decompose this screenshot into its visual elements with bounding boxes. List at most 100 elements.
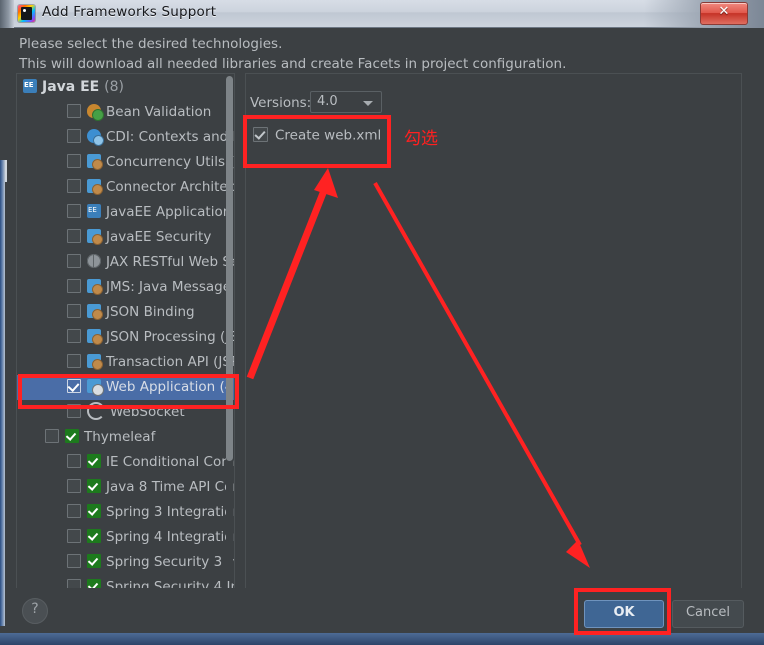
list-item-label: Java 8 Time API Compatib xyxy=(106,479,234,495)
green-check-icon xyxy=(87,554,101,568)
checkbox-icon[interactable] xyxy=(67,379,81,393)
list-item-label: JAX RESTful Web Services xyxy=(106,254,234,270)
checkbox-icon[interactable] xyxy=(67,229,81,243)
cdi-icon xyxy=(87,129,104,146)
list-item-label: Transaction API (JSR 907) xyxy=(106,354,234,370)
jar-blue-icon xyxy=(87,229,103,245)
list-item[interactable]: Concurrency Utils (JSR 236 xyxy=(17,150,234,175)
cancel-button-label: Cancel xyxy=(685,605,731,620)
create-webxml-checkbox[interactable]: Create web.xml xyxy=(253,125,381,144)
technologies-list[interactable]: Java EE (8) Bean Validation CDI: Contexts … xyxy=(16,73,235,593)
list-item-label: CDI: Contexts and Dependenc xyxy=(106,129,234,145)
versions-select[interactable]: 4.0 xyxy=(310,91,382,113)
checkbox-icon[interactable] xyxy=(67,454,81,468)
list-item-label: JMS: Java Message Servic xyxy=(106,279,234,295)
instruction-line-1: Please select the desired technologies. xyxy=(19,36,283,52)
list-item[interactable]: Thymeleaf xyxy=(17,425,234,450)
list-group-count: (8) xyxy=(104,79,124,95)
checkbox-icon[interactable] xyxy=(67,354,81,368)
jar-blue-icon xyxy=(87,329,103,345)
jar-blue-icon xyxy=(87,279,103,295)
green-check-icon xyxy=(87,454,101,468)
list-item[interactable]: Bean Validation xyxy=(17,100,234,125)
list-item[interactable]: JAX RESTful Web Services xyxy=(17,250,234,275)
list-item[interactable]: JavaEE Security xyxy=(17,225,234,250)
checkbox-icon[interactable] xyxy=(67,129,81,143)
list-item-label: Concurrency Utils (JSR 236 xyxy=(106,154,234,170)
checkbox-icon[interactable] xyxy=(67,329,81,343)
list-item[interactable]: Spring 4 Integration xyxy=(17,525,234,550)
list-item[interactable]: Transaction API (JSR 907) xyxy=(17,350,234,375)
jar-blue-icon xyxy=(87,304,103,320)
checkbox-icon[interactable] xyxy=(67,179,81,193)
list-item[interactable]: Connector Architecture (JS xyxy=(17,175,234,200)
list-item-label: Web Application (4.0) xyxy=(106,379,234,395)
details-panel xyxy=(245,73,742,593)
window-edge-strip xyxy=(0,160,5,626)
versions-value: 4.0 xyxy=(317,94,338,109)
socket-icon xyxy=(87,402,105,420)
list-item[interactable]: WebSocket xyxy=(17,400,234,425)
checkbox-icon[interactable] xyxy=(67,529,81,543)
green-check-icon xyxy=(87,479,101,493)
list-item-label: WebSocket xyxy=(110,404,185,420)
ok-button-label: OK xyxy=(613,605,635,620)
list-item-label: JSON Processing (JSR 353 xyxy=(106,329,234,345)
javaee-group-icon xyxy=(23,79,37,93)
window-title: Add Frameworks Support xyxy=(42,4,217,20)
list-item[interactable]: JMS: Java Message Servic xyxy=(17,275,234,300)
list-item[interactable]: JSON Processing (JSR 353 xyxy=(17,325,234,350)
title-bar-left-shade xyxy=(0,0,14,28)
list-item-label: Spring 3 Integration xyxy=(106,504,235,520)
list-item-label: Spring 4 Integration xyxy=(106,529,235,545)
list-scrollbar-thumb[interactable] xyxy=(226,76,233,461)
list-item[interactable]: JavaEE Application xyxy=(17,200,234,225)
bean-icon xyxy=(87,104,104,121)
taskbar-strip xyxy=(0,633,764,645)
list-item-label: Bean Validation xyxy=(106,104,212,120)
instruction-line-2: This will download all needed libraries … xyxy=(19,56,567,72)
checkbox-icon[interactable] xyxy=(67,554,81,568)
list-item[interactable]: Web Application (4.0) xyxy=(17,375,234,400)
help-button[interactable]: ? xyxy=(22,598,48,624)
checkbox-icon[interactable] xyxy=(67,304,81,318)
checkbox-icon[interactable] xyxy=(67,204,81,218)
globe-icon xyxy=(87,254,101,268)
green-check-icon xyxy=(87,529,101,543)
list-item[interactable]: IE Conditional Comments xyxy=(17,450,234,475)
checkbox-icon[interactable] xyxy=(45,429,59,443)
list-item-label: Connector Architecture (JS xyxy=(106,179,234,195)
checkbox-icon[interactable] xyxy=(67,479,81,493)
jar-blue-icon xyxy=(87,354,103,370)
list-item[interactable]: Java 8 Time API Compatib xyxy=(17,475,234,500)
checkbox-icon[interactable] xyxy=(67,154,81,168)
list-item-label: IE Conditional Comments xyxy=(106,454,234,470)
list-item[interactable]: Spring 3 Integration xyxy=(17,500,234,525)
list-item[interactable]: JSON Binding xyxy=(17,300,234,325)
checkbox-icon[interactable] xyxy=(67,104,81,118)
javaee-icon xyxy=(87,204,101,218)
chevron-down-icon xyxy=(363,101,373,106)
annotation-note: 勾选 xyxy=(404,129,438,149)
checkbox-icon[interactable] xyxy=(67,254,81,268)
list-item-label: JavaEE Application xyxy=(106,204,232,220)
checkbox-icon[interactable] xyxy=(67,404,81,418)
ok-button[interactable]: OK xyxy=(584,600,664,628)
question-mark-icon: ? xyxy=(31,601,39,617)
list-group-header[interactable]: Java EE (8) xyxy=(17,74,234,100)
dialog-window: Add Frameworks Support ✕ Please select t… xyxy=(0,0,764,645)
list-item[interactable]: CDI: Contexts and Dependenc xyxy=(17,125,234,150)
list-group-label: Java EE xyxy=(42,79,100,95)
list-item-label: JavaEE Security xyxy=(106,229,212,245)
checkbox-icon[interactable] xyxy=(67,504,81,518)
checkbox-icon[interactable] xyxy=(67,279,81,293)
list-item[interactable]: Spring Security 3 Integrati xyxy=(17,550,234,575)
versions-label: Versions: xyxy=(250,95,312,111)
list-item-label: Spring Security 3 Integrati xyxy=(106,554,234,570)
list-item-label: Thymeleaf xyxy=(84,429,156,445)
close-button[interactable]: ✕ xyxy=(700,2,748,25)
cancel-button[interactable]: Cancel xyxy=(672,600,744,628)
jar-blue-icon xyxy=(87,154,103,170)
create-webxml-label: Create web.xml xyxy=(275,127,382,144)
jar-blue-icon xyxy=(87,179,103,195)
